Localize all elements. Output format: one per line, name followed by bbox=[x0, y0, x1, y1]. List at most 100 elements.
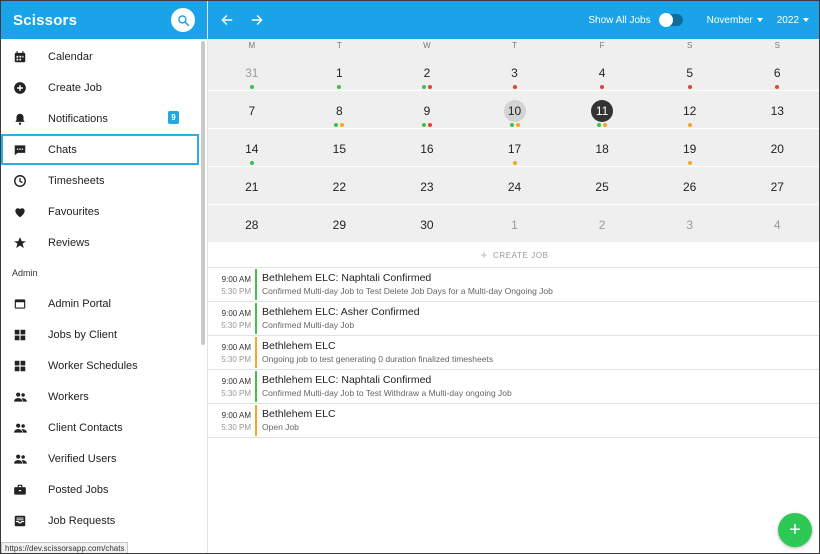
calendar-day[interactable]: 9 bbox=[383, 91, 471, 128]
calendar-day[interactable]: 2 bbox=[558, 205, 646, 242]
calendar-icon bbox=[12, 49, 28, 65]
calendar-day[interactable]: 1 bbox=[471, 205, 559, 242]
calendar-day[interactable]: 17 bbox=[471, 129, 559, 166]
calendar-day[interactable]: 15 bbox=[296, 129, 384, 166]
calendar-day[interactable]: 29 bbox=[296, 205, 384, 242]
sidebar-item-calendar[interactable]: Calendar bbox=[1, 41, 199, 72]
calendar-day[interactable]: 12 bbox=[646, 91, 734, 128]
calendar-day[interactable]: 18 bbox=[558, 129, 646, 166]
sidebar-item-label: Calendar bbox=[48, 50, 93, 63]
calendar-day[interactable]: 2 bbox=[383, 53, 471, 90]
sidebar: Scissors Calendar Create Job Notifications… bbox=[1, 1, 208, 553]
sidebar-item-favourites[interactable]: Favourites bbox=[1, 196, 199, 227]
calendar-day[interactable]: 21 bbox=[208, 167, 296, 204]
calendar-day[interactable]: 24 bbox=[471, 167, 559, 204]
year-select[interactable]: 2022 bbox=[777, 15, 809, 26]
brand-logo[interactable]: Scissors bbox=[13, 12, 77, 29]
calendar-day[interactable]: 14 bbox=[208, 129, 296, 166]
calendar-day[interactable]: 20 bbox=[733, 129, 819, 166]
job-list-item[interactable]: 9:00 AM 5:30 PM Bethlehem ELC: Naphtali … bbox=[208, 268, 819, 302]
calendar-day[interactable]: 7 bbox=[208, 91, 296, 128]
calendar-day[interactable]: 6 bbox=[733, 53, 819, 90]
weekday-label: M bbox=[248, 41, 256, 50]
add-circle-icon bbox=[12, 80, 28, 96]
sidebar-item-reviews[interactable]: Reviews bbox=[1, 227, 199, 258]
add-fab-button[interactable]: + bbox=[778, 513, 812, 547]
calendar-day[interactable]: 22 bbox=[296, 167, 384, 204]
day-number: 4 bbox=[773, 218, 781, 232]
weekday-label: T bbox=[512, 41, 517, 50]
people-icon bbox=[12, 420, 28, 436]
calendar-day[interactable]: 4 bbox=[733, 205, 819, 242]
calendar-day[interactable]: 31 bbox=[208, 53, 296, 90]
job-indicator-dots bbox=[208, 85, 296, 89]
sidebar-item-chats[interactable]: Chats bbox=[1, 134, 199, 165]
forward-button[interactable] bbox=[250, 12, 266, 28]
job-indicator-dots bbox=[383, 123, 471, 127]
sidebar-item-label: Admin Portal bbox=[48, 297, 111, 310]
job-status-dot bbox=[334, 123, 339, 127]
show-all-jobs-toggle[interactable] bbox=[658, 13, 683, 27]
briefcase-icon bbox=[12, 482, 28, 498]
job-list-item[interactable]: 9:00 AM 5:30 PM Bethlehem ELC: Asher Con… bbox=[208, 302, 819, 336]
calendar-day[interactable]: 13 bbox=[733, 91, 819, 128]
sidebar-item-timesheets[interactable]: Timesheets bbox=[1, 165, 199, 196]
job-info: Bethlehem ELC Open Job bbox=[257, 404, 336, 437]
calendar-day[interactable]: 11 bbox=[558, 91, 646, 128]
job-status-dot bbox=[603, 123, 608, 127]
day-number: 21 bbox=[245, 180, 259, 194]
sidebar-item-worker-schedules[interactable]: Worker Schedules bbox=[1, 350, 199, 381]
day-number: 8 bbox=[336, 104, 343, 118]
calendar-day[interactable]: 10 bbox=[471, 91, 559, 128]
calendar-day[interactable]: 27 bbox=[733, 167, 819, 204]
job-status-dot bbox=[512, 85, 517, 89]
sidebar-item-admin-portal[interactable]: Admin Portal bbox=[1, 288, 199, 319]
admin-section-header: Admin bbox=[12, 268, 38, 278]
weekday-label: F bbox=[599, 41, 605, 50]
sidebar-scrollbar[interactable] bbox=[201, 41, 205, 345]
year-value: 2022 bbox=[776, 14, 799, 26]
search-button[interactable] bbox=[171, 8, 195, 32]
day-number: 1 bbox=[511, 218, 518, 232]
sidebar-item-posted-jobs[interactable]: Posted Jobs bbox=[1, 474, 199, 505]
calendar-day[interactable]: 28 bbox=[208, 205, 296, 242]
job-indicator-dots bbox=[646, 85, 734, 89]
sidebar-item-jobs-by-client[interactable]: Jobs by Client bbox=[1, 319, 199, 350]
calendar-day[interactable]: 3 bbox=[646, 205, 734, 242]
job-status-dot bbox=[775, 85, 780, 89]
calendar-day[interactable]: 26 bbox=[646, 167, 734, 204]
sidebar-item-job-requests[interactable]: Job Requests bbox=[1, 505, 199, 536]
calendar-day[interactable]: 25 bbox=[558, 167, 646, 204]
create-job-button[interactable]: + CREATE JOB bbox=[208, 243, 819, 268]
calendar-day[interactable]: 19 bbox=[646, 129, 734, 166]
sidebar-item-label: Chats bbox=[48, 143, 77, 156]
sidebar-item-verified-users[interactable]: Verified Users bbox=[1, 443, 199, 474]
day-number: 18 bbox=[595, 142, 609, 156]
sidebar-item-workers[interactable]: Workers bbox=[1, 381, 199, 412]
sidebar-header: Scissors bbox=[1, 1, 207, 39]
calendar-day[interactable]: 16 bbox=[383, 129, 471, 166]
sidebar-item-client-contacts[interactable]: Client Contacts bbox=[1, 412, 199, 443]
weekday-label: S bbox=[687, 41, 693, 50]
calendar-day[interactable]: 1 bbox=[296, 53, 384, 90]
calendar-day[interactable]: 4 bbox=[558, 53, 646, 90]
calendar-day[interactable]: 30 bbox=[383, 205, 471, 242]
day-number: 6 bbox=[773, 66, 781, 80]
sidebar-item-notifications[interactable]: Notifications 9 bbox=[1, 103, 199, 134]
back-button[interactable] bbox=[220, 12, 236, 28]
job-indicator-dots bbox=[646, 161, 734, 165]
arrow-left-icon bbox=[221, 15, 233, 25]
job-indicator-dots bbox=[646, 123, 734, 127]
job-status-dot bbox=[687, 85, 692, 89]
calendar-day[interactable]: 8 bbox=[296, 91, 384, 128]
show-all-jobs-label: Show All Jobs bbox=[588, 14, 651, 26]
job-list-item[interactable]: 9:00 AM 5:30 PM Bethlehem ELC Open Job bbox=[208, 404, 819, 438]
sidebar-item-create-job[interactable]: Create Job bbox=[1, 72, 199, 103]
calendar-day[interactable]: 5 bbox=[646, 53, 734, 90]
job-list-item[interactable]: 9:00 AM 5:30 PM Bethlehem ELC: Naphtali … bbox=[208, 370, 819, 404]
calendar-day[interactable]: 23 bbox=[383, 167, 471, 204]
month-select[interactable]: November bbox=[707, 15, 763, 26]
job-list: 9:00 AM 5:30 PM Bethlehem ELC: Naphtali … bbox=[208, 268, 819, 438]
calendar-day[interactable]: 3 bbox=[471, 53, 559, 90]
job-list-item[interactable]: 9:00 AM 5:30 PM Bethlehem ELC Ongoing jo… bbox=[208, 336, 819, 370]
